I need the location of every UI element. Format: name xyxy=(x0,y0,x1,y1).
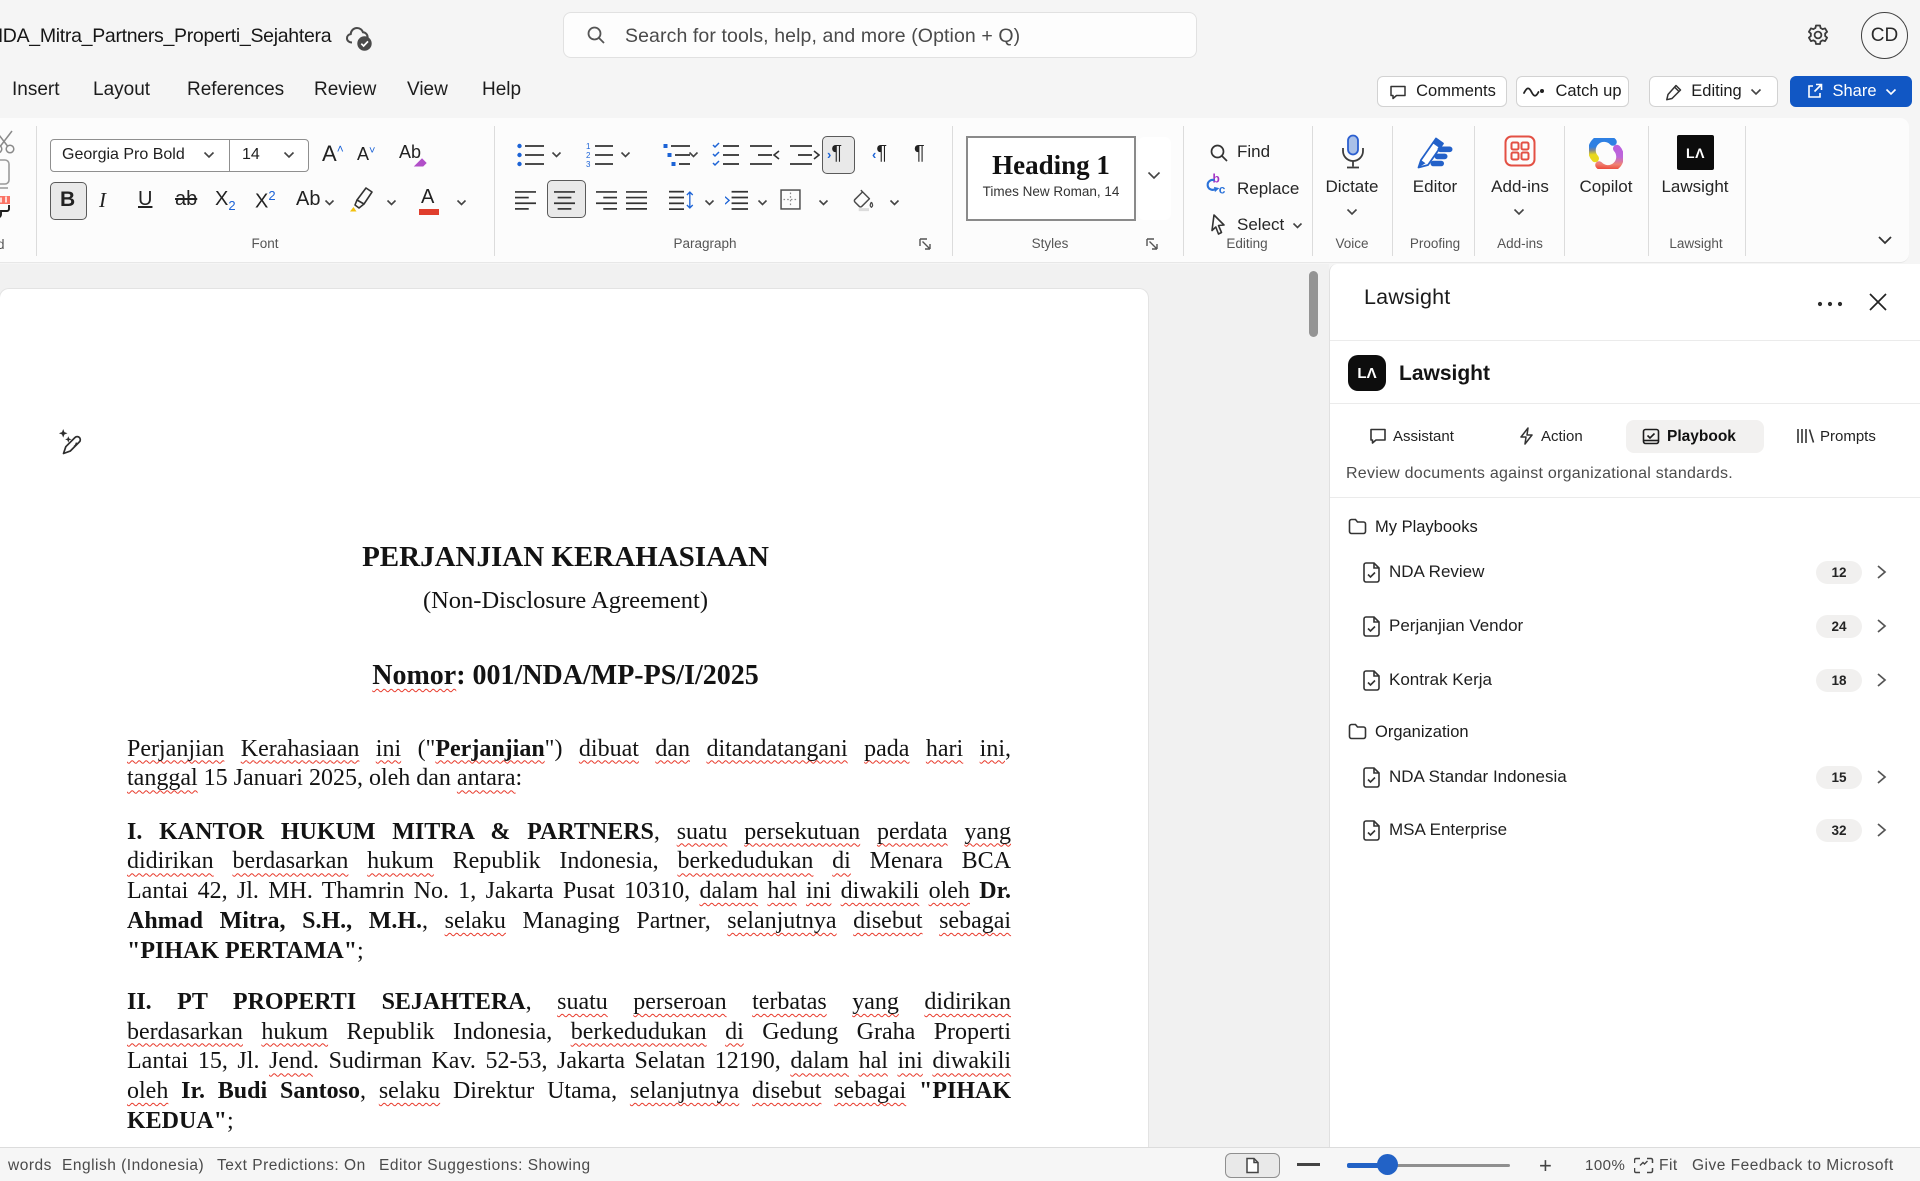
svg-text:c: c xyxy=(1219,183,1226,195)
svg-text:1: 1 xyxy=(586,142,591,151)
svg-text:2: 2 xyxy=(586,151,591,160)
svg-text:3: 3 xyxy=(586,160,591,168)
